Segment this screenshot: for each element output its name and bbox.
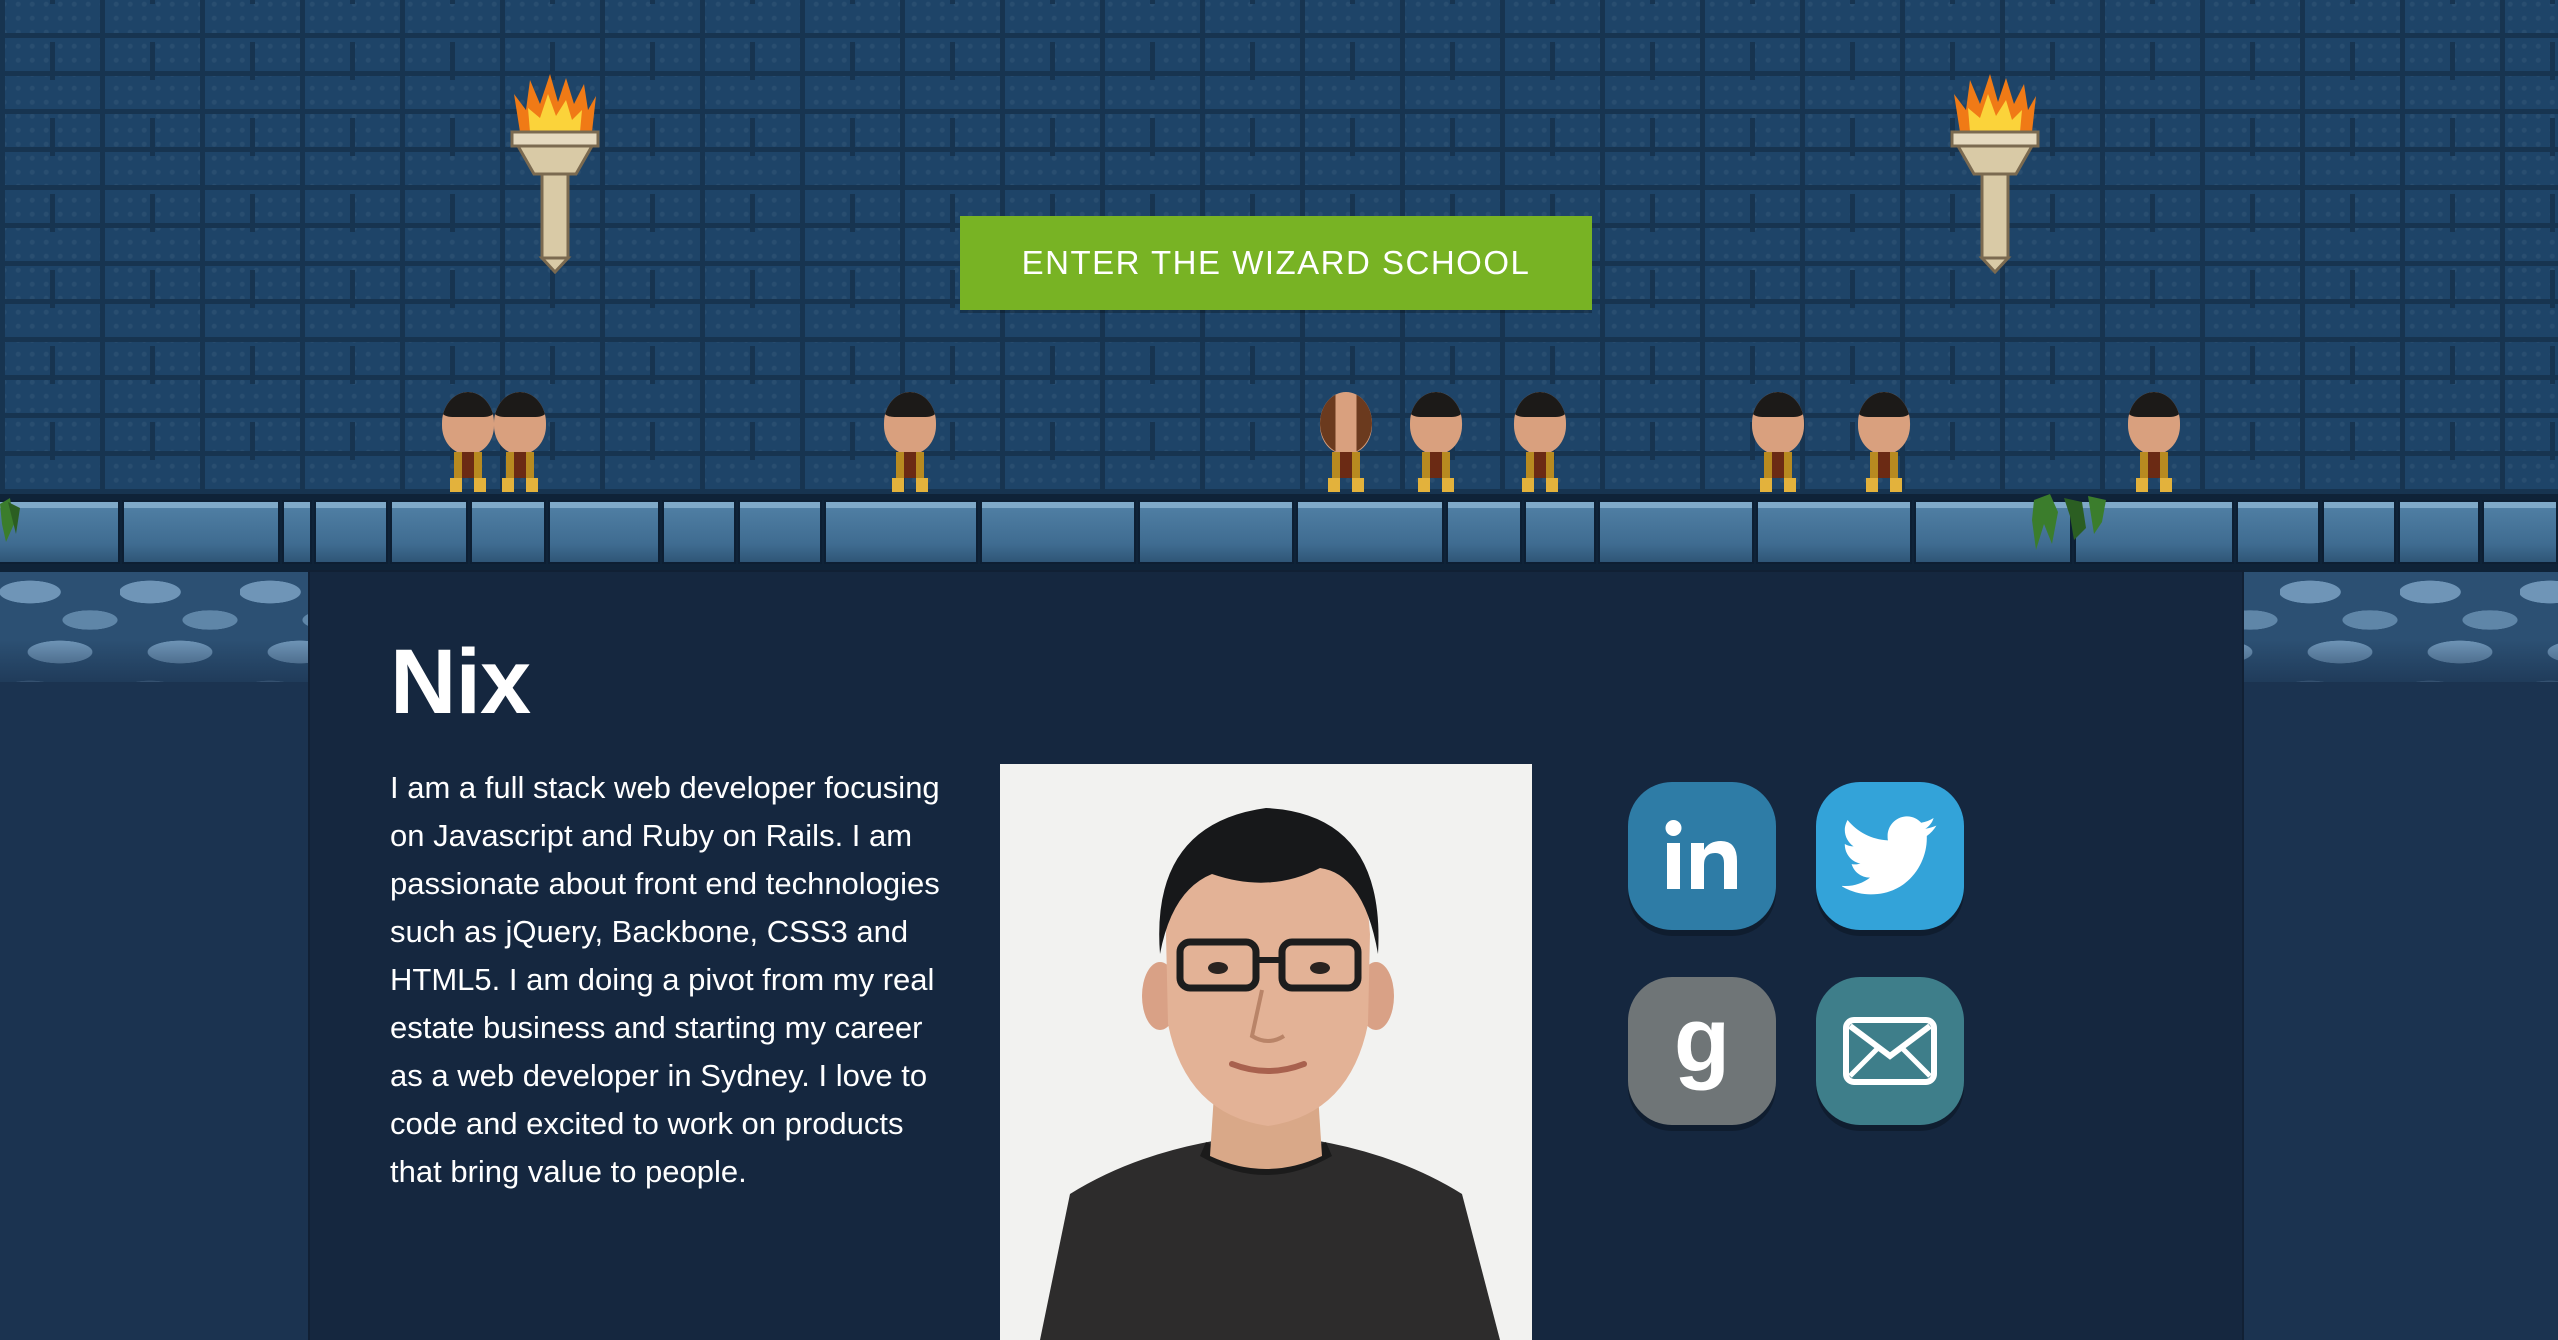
profile-panel: Nix I am a full stack web developer focu…	[310, 572, 2242, 1340]
profile-bio: I am a full stack web developer focusing…	[390, 770, 940, 1189]
goodreads-button[interactable]: g	[1628, 977, 1776, 1125]
twitter-button[interactable]	[1816, 782, 1964, 930]
walking-character	[1852, 392, 1916, 496]
moss-decoration	[2032, 494, 2106, 550]
envelope-icon	[1843, 1017, 1937, 1085]
enter-wizard-school-button[interactable]: ENTER THE WIZARD SCHOOL	[960, 216, 1592, 310]
walking-character	[1746, 392, 1810, 496]
walking-character	[1508, 392, 1572, 496]
linkedin-icon	[1665, 820, 1737, 889]
profile-photo	[1000, 764, 1532, 1340]
linkedin-button[interactable]	[1628, 782, 1776, 930]
goodreads-g-icon: g	[1674, 1001, 1730, 1091]
page: ENTER THE WIZARD SCHOOL Nix I am a full …	[0, 0, 2558, 1340]
profile-name: Nix	[390, 631, 531, 733]
svg-text:g: g	[1674, 1001, 1730, 1091]
twitter-bird-icon	[1842, 816, 1937, 895]
walking-character	[878, 392, 942, 496]
torch-left-icon	[500, 74, 610, 274]
stone-floor	[0, 494, 2558, 572]
email-button[interactable]	[1816, 977, 1964, 1125]
profile-photo-image	[1000, 764, 1532, 1340]
walking-character	[1314, 392, 1378, 496]
walking-character	[2122, 392, 2186, 496]
walking-character	[1404, 392, 1468, 496]
moss-decoration	[0, 498, 20, 542]
torch-right-icon	[1940, 74, 2050, 274]
walking-character	[488, 392, 552, 496]
